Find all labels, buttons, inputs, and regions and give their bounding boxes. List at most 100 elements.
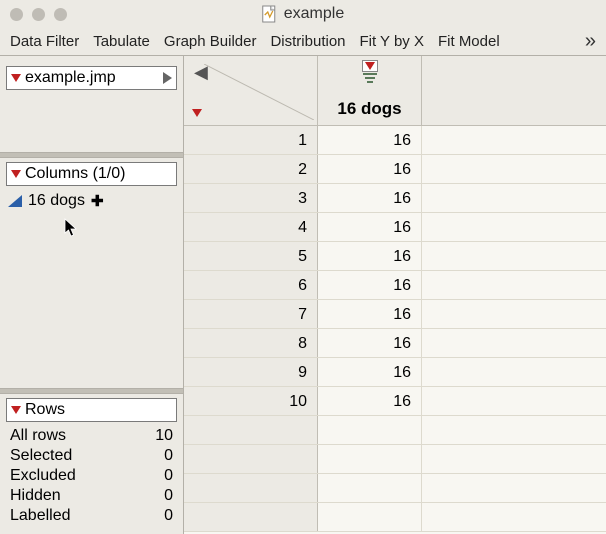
- menu-fit-model[interactable]: Fit Model: [438, 33, 500, 50]
- row-number[interactable]: 9: [184, 358, 318, 386]
- columns-header-label: Columns (1/0): [25, 165, 125, 183]
- cell[interactable]: 16: [318, 329, 422, 357]
- rows-stat-all[interactable]: All rows10: [10, 426, 173, 446]
- more-menu-icon[interactable]: »: [585, 30, 596, 53]
- row-number: [184, 445, 318, 473]
- close-icon[interactable]: [10, 8, 23, 21]
- row-number[interactable]: 10: [184, 387, 318, 415]
- cell[interactable]: 16: [318, 155, 422, 183]
- columns-list: 16 dogs ✚: [0, 188, 183, 306]
- table-row[interactable]: 416: [184, 213, 606, 242]
- panel-divider[interactable]: [0, 152, 183, 158]
- cell[interactable]: 16: [318, 271, 422, 299]
- titlebar: example: [0, 0, 606, 28]
- data-grid: ◀ 16 dogs 116216316416516616716816916101…: [184, 56, 606, 534]
- empty-cell: [422, 300, 606, 328]
- empty-cell: [422, 155, 606, 183]
- cell[interactable]: 16: [318, 387, 422, 415]
- rows-stat-labelled[interactable]: Labelled0: [10, 506, 173, 526]
- cell[interactable]: 16: [318, 184, 422, 212]
- continuous-icon: [8, 195, 22, 207]
- panel-divider[interactable]: [0, 388, 183, 394]
- disclosure-icon[interactable]: [11, 406, 21, 414]
- row-number: [184, 474, 318, 502]
- row-number[interactable]: 8: [184, 329, 318, 357]
- column-item[interactable]: 16 dogs ✚: [8, 190, 175, 212]
- empty-cell: [422, 271, 606, 299]
- menu-tabulate[interactable]: Tabulate: [93, 33, 150, 50]
- columns-panel-header[interactable]: Columns (1/0): [6, 162, 177, 186]
- rows-stat-excluded[interactable]: Excluded0: [10, 466, 173, 486]
- table-row: [184, 503, 606, 532]
- cell: [318, 474, 422, 502]
- document-icon: [262, 5, 278, 23]
- corner-diagonal: [204, 64, 314, 120]
- cell[interactable]: 16: [318, 242, 422, 270]
- empty-header: [422, 56, 606, 125]
- rows-header-label: Rows: [25, 401, 65, 419]
- table-row[interactable]: 216: [184, 155, 606, 184]
- empty-cell: [422, 184, 606, 212]
- row-number[interactable]: 3: [184, 184, 318, 212]
- row-number[interactable]: 4: [184, 213, 318, 241]
- row-number: [184, 416, 318, 444]
- cell[interactable]: 16: [318, 126, 422, 154]
- table-panel-header[interactable]: example.jmp: [6, 66, 177, 90]
- empty-cell: [422, 387, 606, 415]
- rows-panel-header[interactable]: Rows: [6, 398, 177, 422]
- column-header-label: 16 dogs: [337, 99, 401, 119]
- content: example.jmp Columns (1/0) 16 dogs ✚ Rows: [0, 56, 606, 534]
- column-menu-icon[interactable]: [362, 60, 378, 85]
- menu-distribution[interactable]: Distribution: [270, 33, 345, 50]
- grid-corner[interactable]: ◀: [184, 56, 318, 125]
- run-script-icon[interactable]: [163, 72, 172, 84]
- row-number: [184, 503, 318, 531]
- rows-stat-hidden[interactable]: Hidden0: [10, 486, 173, 506]
- table-row[interactable]: 816: [184, 329, 606, 358]
- table-row[interactable]: 1016: [184, 387, 606, 416]
- cell[interactable]: 16: [318, 213, 422, 241]
- cell: [318, 416, 422, 444]
- disclosure-icon[interactable]: [11, 74, 21, 82]
- rows-stat-selected[interactable]: Selected0: [10, 446, 173, 466]
- filter-icon[interactable]: [363, 73, 377, 85]
- zoom-icon[interactable]: [54, 8, 67, 21]
- menu-data-filter[interactable]: Data Filter: [10, 33, 79, 50]
- empty-cell: [422, 329, 606, 357]
- empty-cell: [422, 503, 606, 531]
- table-row: [184, 416, 606, 445]
- menu-graph-builder[interactable]: Graph Builder: [164, 33, 257, 50]
- empty-cell: [422, 358, 606, 386]
- table-row[interactable]: 116: [184, 126, 606, 155]
- empty-cell: [422, 474, 606, 502]
- column-header-cell[interactable]: 16 dogs: [318, 56, 422, 125]
- window-controls: [10, 8, 67, 21]
- minimize-icon[interactable]: [32, 8, 45, 21]
- column-name: 16 dogs: [28, 192, 85, 210]
- window-title: example: [284, 5, 344, 23]
- table-row[interactable]: 716: [184, 300, 606, 329]
- table-name: example.jmp: [25, 69, 116, 87]
- table-row: [184, 474, 606, 503]
- plus-icon[interactable]: ✚: [91, 192, 104, 210]
- empty-cell: [422, 126, 606, 154]
- cell: [318, 445, 422, 473]
- disclosure-icon[interactable]: [11, 170, 21, 178]
- empty-cell: [422, 445, 606, 473]
- menu-fit-y-by-x[interactable]: Fit Y by X: [360, 33, 424, 50]
- rows-stats: All rows10 Selected0 Excluded0 Hidden0 L…: [0, 424, 183, 534]
- table-row[interactable]: 616: [184, 271, 606, 300]
- row-number[interactable]: 2: [184, 155, 318, 183]
- row-number[interactable]: 1: [184, 126, 318, 154]
- table-row[interactable]: 916: [184, 358, 606, 387]
- cell[interactable]: 16: [318, 358, 422, 386]
- row-number[interactable]: 6: [184, 271, 318, 299]
- empty-cell: [422, 416, 606, 444]
- empty-cell: [422, 213, 606, 241]
- table-row[interactable]: 516: [184, 242, 606, 271]
- rows-menu-icon[interactable]: [192, 109, 202, 117]
- row-number[interactable]: 5: [184, 242, 318, 270]
- row-number[interactable]: 7: [184, 300, 318, 328]
- cell[interactable]: 16: [318, 300, 422, 328]
- table-row[interactable]: 316: [184, 184, 606, 213]
